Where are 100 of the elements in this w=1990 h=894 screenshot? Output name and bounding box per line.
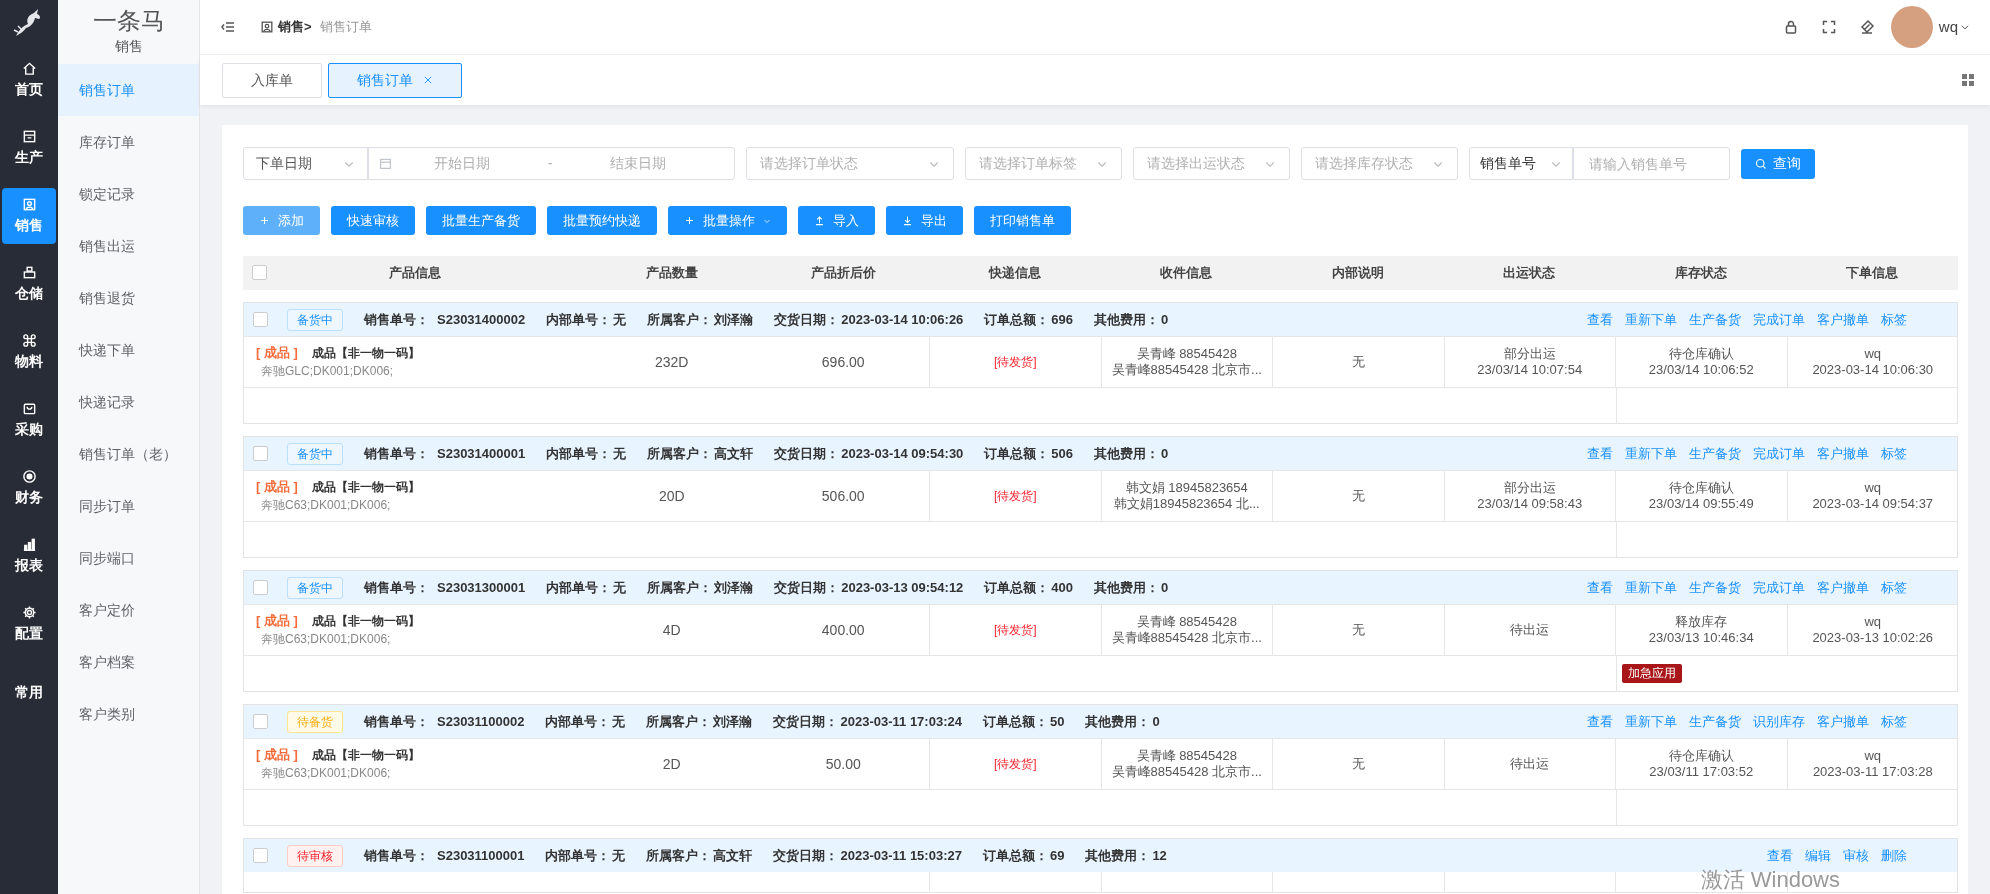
number-type-select[interactable]: 销售单号 [1469, 147, 1573, 180]
checkbox[interactable] [253, 714, 268, 729]
checkbox[interactable] [253, 446, 268, 461]
cell-text: 2023-03-11 17:03:28 [1812, 764, 1933, 780]
date-range-field[interactable]: 开始日期 - 结束日期 [368, 147, 735, 180]
action-link[interactable]: 重新下单 [1625, 309, 1677, 330]
order-field: 订单总额：69 [982, 845, 1065, 866]
action-link[interactable]: 客户撤单 [1817, 309, 1869, 330]
cell-text: [待发货] [993, 756, 1037, 772]
quantity-text: 2D [662, 754, 681, 774]
action-link[interactable]: 标签 [1881, 577, 1907, 598]
action-link[interactable]: 审核 [1843, 845, 1869, 866]
checkbox[interactable] [253, 848, 268, 863]
filter-select[interactable]: 请选择订单标签 [965, 147, 1122, 180]
action-button[interactable]: 批量操作 [668, 206, 787, 235]
sidebar-item[interactable]: 客户档案 [58, 636, 199, 688]
nav-item[interactable]: 采购 [2, 392, 56, 448]
sidebar-item[interactable]: 销售订单（老） [58, 428, 199, 480]
breadcrumb-link[interactable]: 销售> [278, 17, 312, 37]
cell-text: 2023-03-13 10:02:26 [1812, 630, 1934, 646]
cell-text: 吴青峰 88545428 [1136, 748, 1237, 764]
sidebar-item[interactable]: 客户类别 [58, 688, 199, 740]
nav-item[interactable]: 配置 [2, 596, 56, 652]
action-link[interactable]: 查看 [1587, 577, 1613, 598]
coin-icon [21, 468, 37, 484]
nav-item[interactable]: 销售 [2, 188, 56, 244]
action-link[interactable]: 客户撤单 [1817, 443, 1869, 464]
nav-item[interactable]: 物料 [2, 324, 56, 380]
order-field: 所属客户：高文轩 [647, 443, 754, 464]
nav-item[interactable]: 常用 [2, 664, 56, 720]
filter-select[interactable]: 请选择库存状态 [1301, 147, 1458, 180]
action-link[interactable]: 完成订单 [1753, 443, 1805, 464]
page-tab[interactable]: 入库单 [222, 62, 322, 98]
action-link[interactable]: 完成订单 [1753, 577, 1805, 598]
action-link[interactable]: 完成订单 [1753, 309, 1805, 330]
action-link[interactable]: 查看 [1587, 443, 1613, 464]
action-link[interactable]: 生产备货 [1689, 577, 1741, 598]
action-link[interactable]: 生产备货 [1689, 443, 1741, 464]
action-button[interactable]: 导入 [798, 206, 875, 235]
sidebar-item[interactable]: 销售出运 [58, 220, 199, 272]
quantity-text: 232D [655, 352, 689, 372]
sidebar-item[interactable]: 快递记录 [58, 376, 199, 428]
sidebar-item[interactable]: 库存订单 [58, 116, 199, 168]
action-button[interactable]: 快速审核 [331, 206, 415, 235]
query-button[interactable]: 查询 [1741, 148, 1815, 179]
filter-select[interactable]: 请选择出运状态 [1133, 147, 1290, 180]
sidebar-item[interactable]: 客户定价 [58, 584, 199, 636]
date-type-select[interactable]: 下单日期 [243, 147, 368, 180]
action-link[interactable]: 客户撤单 [1817, 711, 1869, 732]
action-link[interactable]: 查看 [1587, 711, 1613, 732]
action-link[interactable]: 查看 [1587, 309, 1613, 330]
action-button[interactable]: 打印销售单 [974, 206, 1071, 235]
action-link[interactable]: 识别库存 [1753, 711, 1805, 732]
sidebar-item[interactable]: 销售订单 [58, 64, 199, 116]
nav-item[interactable]: 报表 [2, 528, 56, 584]
sidebar-item[interactable]: 销售退货 [58, 272, 199, 324]
action-link[interactable]: 生产备货 [1689, 309, 1741, 330]
os-notice: 激活 Windows [1700, 867, 1840, 892]
nav-item[interactable]: 财务 [2, 460, 56, 516]
cell-text: 23/03/14 09:58:43 [1477, 496, 1583, 512]
column-header: 快递信息 [988, 265, 1041, 281]
page-tab[interactable]: 销售订单 [328, 62, 462, 98]
checkbox[interactable] [253, 312, 268, 327]
sidebar-item[interactable]: 同步端口 [58, 532, 199, 584]
product-tag: [ 成品 ] [256, 746, 298, 764]
cell-text: 2023-03-14 09:54:37 [1812, 496, 1934, 512]
filter-select[interactable]: 请选择订单状态 [746, 147, 954, 180]
checkbox[interactable] [252, 265, 267, 280]
action-link[interactable]: 重新下单 [1625, 443, 1677, 464]
action-link[interactable]: 删除 [1881, 845, 1907, 866]
cell-text: wq [1864, 480, 1882, 496]
action-link[interactable]: 标签 [1881, 711, 1907, 732]
avatar[interactable] [1890, 6, 1933, 48]
action-link[interactable]: 标签 [1881, 309, 1907, 330]
action-link[interactable]: 重新下单 [1625, 711, 1677, 732]
nav-item[interactable]: 生产 [2, 120, 56, 176]
action-link[interactable]: 生产备货 [1689, 711, 1741, 732]
sidebar-item[interactable]: 快递下单 [58, 324, 199, 376]
action-button[interactable]: 批量生产备货 [426, 206, 536, 235]
section-title: 销售 [113, 37, 144, 56]
action-link[interactable]: 标签 [1881, 443, 1907, 464]
action-link[interactable]: 查看 [1767, 845, 1793, 866]
action-button[interactable]: 导出 [886, 206, 963, 235]
user-menu[interactable]: wq [1938, 15, 1970, 39]
action-link[interactable]: 重新下单 [1625, 577, 1677, 598]
sidebar-item[interactable]: 锁定记录 [58, 168, 199, 220]
download-icon [902, 215, 913, 226]
sidebar-item[interactable]: 同步订单 [58, 480, 199, 532]
cell-text: 吴青峰 88545428 [1136, 346, 1237, 362]
order-field: 内部单号：无 [546, 443, 627, 464]
search-field[interactable]: 请输入销售单号 [1573, 147, 1730, 180]
portrait-icon [260, 20, 274, 34]
nav-item[interactable]: 仓储 [2, 256, 56, 312]
action-link[interactable]: 客户撤单 [1817, 577, 1869, 598]
box-icon [21, 128, 37, 144]
action-link[interactable]: 编辑 [1805, 845, 1831, 866]
action-button[interactable]: 批量预约快递 [547, 206, 657, 235]
checkbox[interactable] [253, 580, 268, 595]
nav-item[interactable]: 首页 [2, 52, 56, 108]
cell-text: 吴青峰88545428 北京市... [1111, 630, 1262, 646]
